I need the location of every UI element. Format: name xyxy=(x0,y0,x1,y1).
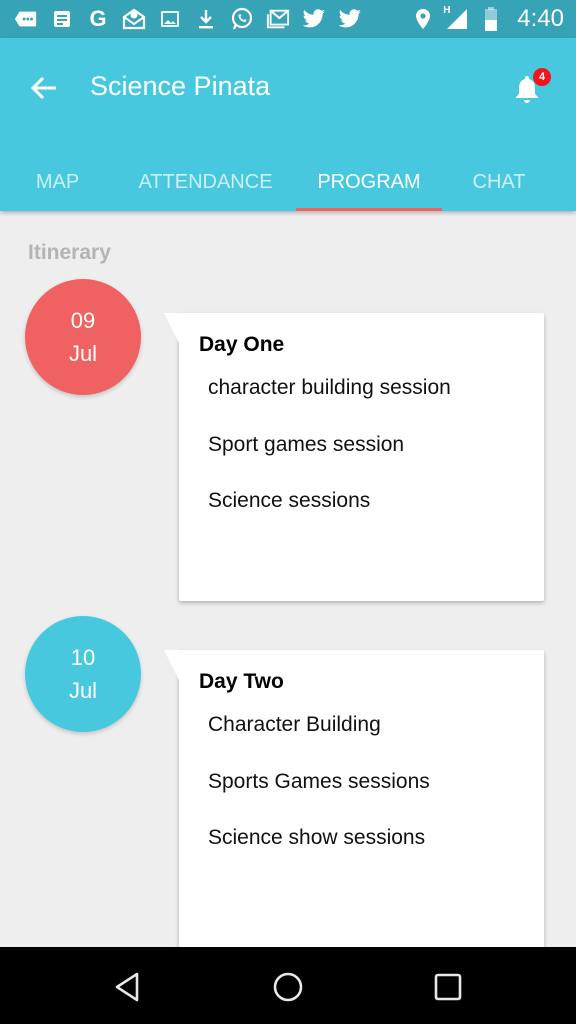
clock: 4:40 xyxy=(517,5,564,32)
day-title: Day One xyxy=(199,333,285,356)
whatsapp-icon xyxy=(230,7,254,30)
circle-home-icon xyxy=(273,972,303,1002)
date-circle[interactable]: 09 Jul xyxy=(25,279,141,395)
nav-back-button[interactable] xyxy=(106,965,150,1009)
network-type-label: H xyxy=(443,5,451,16)
date-day: 09 xyxy=(70,308,96,333)
tab-bar: MAP ATTENDANCE PROGRAM CHAT xyxy=(0,153,576,211)
program-content[interactable]: Itinerary 09 Jul Day One character build… xyxy=(0,211,576,947)
section-label: Itinerary xyxy=(28,241,111,264)
day-title: Day Two xyxy=(199,670,284,693)
session-item: Science show sessions xyxy=(208,826,426,849)
date-month: Jul xyxy=(68,678,98,703)
app-bar: Science Pinata 4 MAP ATTENDANCE PROGRAM … xyxy=(0,38,576,211)
tab-map[interactable]: MAP xyxy=(0,153,115,211)
session-item: Science sessions xyxy=(208,489,371,512)
email-open-icon xyxy=(122,8,146,30)
tab-program[interactable]: PROGRAM xyxy=(296,153,442,211)
card-pointer xyxy=(164,313,179,343)
date-month: Jul xyxy=(68,341,98,366)
twitter-icon xyxy=(302,8,326,30)
tab-chat[interactable]: CHAT xyxy=(442,153,556,211)
notifications-button[interactable]: 4 xyxy=(510,68,551,108)
tab-attendance[interactable]: ATTENDANCE xyxy=(115,153,296,211)
notification-badge: 4 xyxy=(533,68,551,86)
chat-bubble-icon xyxy=(14,8,38,30)
triangle-back-icon xyxy=(115,972,139,1002)
square-recents-icon xyxy=(434,973,462,1001)
status-bar: G H 4:40 xyxy=(0,0,576,38)
google-icon: G xyxy=(89,6,107,31)
battery-icon xyxy=(479,7,503,31)
notification-icons: G xyxy=(14,6,411,31)
system-nav-bar xyxy=(0,947,576,1024)
image-icon xyxy=(158,8,182,30)
date-circle[interactable]: 10 Jul xyxy=(25,616,141,732)
gmail-icon xyxy=(266,8,290,30)
session-item: Sports Games sessions xyxy=(208,770,430,793)
session-item: Character Building xyxy=(208,713,381,736)
tab-indicator xyxy=(296,208,442,211)
back-button[interactable] xyxy=(28,72,60,104)
download-icon xyxy=(194,8,218,30)
nav-home-button[interactable] xyxy=(266,965,310,1009)
twitter-icon xyxy=(338,8,362,30)
nav-recents-button[interactable] xyxy=(426,965,470,1009)
signal-icon: H xyxy=(443,5,469,30)
day-card[interactable]: Day One character building session Sport… xyxy=(164,313,544,601)
page-title: Science Pinata xyxy=(90,71,271,101)
session-item: Sport games session xyxy=(208,433,405,456)
session-item: character building session xyxy=(208,376,451,399)
date-day: 10 xyxy=(70,645,96,670)
day-card[interactable]: Day Two Character Building Sports Games … xyxy=(164,650,544,947)
arrow-left-icon xyxy=(30,76,56,100)
card-pointer xyxy=(164,650,179,680)
location-icon xyxy=(411,8,435,30)
notes-icon xyxy=(50,8,74,30)
system-status: H 4:40 xyxy=(411,5,564,33)
